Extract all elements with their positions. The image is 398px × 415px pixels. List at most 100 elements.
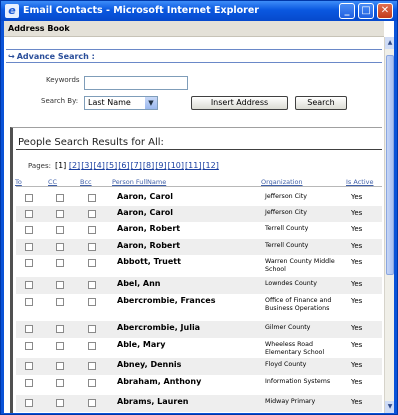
vertical-scrollbar[interactable]: ▲ ▼ (384, 37, 394, 413)
to-checkbox[interactable] (25, 298, 33, 306)
cc-checkbox[interactable] (56, 243, 64, 251)
to-checkbox[interactable] (25, 325, 33, 333)
column-header-cc[interactable]: CC (48, 178, 57, 186)
browser-window: e Email Contacts - Microsoft Internet Ex… (0, 0, 398, 415)
cc-checkbox[interactable] (56, 298, 64, 306)
search-by-select[interactable]: Last Name ▼ (84, 96, 158, 110)
person-name: Abraham, Anthony (117, 377, 202, 386)
header-divider (16, 186, 382, 187)
search-button[interactable]: Search (295, 96, 347, 110)
organization: Wheeless Road Elementary School (265, 341, 325, 356)
to-checkbox[interactable] (25, 194, 33, 202)
bcc-checkbox[interactable] (88, 298, 96, 306)
to-checkbox[interactable] (25, 399, 33, 407)
page-link[interactable]: [9] (155, 161, 166, 170)
organization: Midway Primary (265, 398, 316, 405)
bcc-checkbox[interactable] (88, 194, 96, 202)
bcc-checkbox[interactable] (88, 399, 96, 407)
close-button[interactable]: ✕ (377, 3, 393, 19)
page-link[interactable]: [8] (143, 161, 154, 170)
address-book-header: Address Book (4, 21, 384, 37)
column-header-bcc[interactable]: Bcc (80, 178, 92, 186)
is-active: Yes (351, 258, 363, 266)
to-checkbox[interactable] (25, 226, 33, 234)
person-name: Able, Mary (117, 340, 166, 349)
cc-checkbox[interactable] (56, 399, 64, 407)
to-checkbox[interactable] (25, 281, 33, 289)
cc-checkbox[interactable] (56, 342, 64, 350)
expand-arrow-icon: ↪ (8, 52, 15, 61)
to-checkbox[interactable] (25, 379, 33, 387)
scroll-thumb[interactable] (386, 55, 394, 275)
keywords-input[interactable] (84, 76, 188, 90)
is-active: Yes (351, 209, 363, 217)
title-bar: e Email Contacts - Microsoft Internet Ex… (1, 1, 397, 21)
bcc-checkbox[interactable] (88, 226, 96, 234)
to-checkbox[interactable] (25, 362, 33, 370)
cc-checkbox[interactable] (56, 362, 64, 370)
is-active: Yes (351, 193, 363, 201)
page-link[interactable]: [2] (69, 161, 80, 170)
scroll-up-icon[interactable]: ▲ (385, 37, 394, 49)
cc-checkbox[interactable] (56, 259, 64, 267)
pagination: Pages: [1] [2][3][4][5][6][7][8][9][10][1… (28, 161, 220, 170)
person-name: Aaron, Carol (117, 208, 174, 217)
bcc-checkbox[interactable] (88, 379, 96, 387)
page-link[interactable]: [5] (106, 161, 117, 170)
page-link[interactable]: [7] (131, 161, 142, 170)
cc-checkbox[interactable] (56, 379, 64, 387)
table-row: Able, Mary Wheeless Road Elementary Scho… (16, 338, 382, 358)
organization: Lowndes County (265, 280, 317, 287)
to-checkbox[interactable] (25, 259, 33, 267)
page-link[interactable]: [6] (118, 161, 129, 170)
person-name: Aaron, Carol (117, 192, 174, 201)
organization: Information Systems (265, 378, 331, 385)
organization: Gilmer County (265, 324, 311, 331)
page-link[interactable]: [4] (94, 161, 105, 170)
bcc-checkbox[interactable] (88, 362, 96, 370)
bcc-checkbox[interactable] (88, 342, 96, 350)
minimize-button[interactable]: _ (339, 3, 355, 19)
insert-address-button[interactable]: Insert Address (191, 96, 288, 110)
bcc-checkbox[interactable] (88, 243, 96, 251)
cc-checkbox[interactable] (56, 194, 64, 202)
organization: Terrell County (265, 225, 309, 232)
to-checkbox[interactable] (25, 342, 33, 350)
column-header-to[interactable]: To (15, 178, 22, 186)
cc-checkbox[interactable] (56, 210, 64, 218)
is-active: Yes (351, 297, 363, 305)
bcc-checkbox[interactable] (88, 210, 96, 218)
cc-checkbox[interactable] (56, 226, 64, 234)
is-active: Yes (351, 242, 363, 250)
is-active: Yes (351, 280, 363, 288)
to-checkbox[interactable] (25, 243, 33, 251)
scroll-down-icon[interactable]: ▼ (385, 401, 394, 413)
bcc-checkbox[interactable] (88, 325, 96, 333)
cc-checkbox[interactable] (56, 281, 64, 289)
page-link[interactable]: [12] (202, 161, 218, 170)
table-row: Abraham, Anthony Information Systems Yes (16, 375, 382, 395)
is-active: Yes (351, 225, 363, 233)
page-link[interactable]: [11] (185, 161, 201, 170)
column-header-active[interactable]: Is Active (346, 178, 373, 186)
organization: Office of Finance and Business Operation… (265, 297, 332, 312)
person-name: Abel, Ann (117, 279, 161, 288)
page-link[interactable]: [10] (168, 161, 184, 170)
table-row: Abrams, Lauren Midway Primary Yes (16, 395, 382, 412)
table-row: Aaron, Carol Jefferson City Yes (16, 190, 382, 206)
to-checkbox[interactable] (25, 210, 33, 218)
page-link[interactable]: [3] (81, 161, 92, 170)
table-row: Aaron, Robert Terrell County Yes (16, 239, 382, 255)
organization: Jefferson City (265, 193, 307, 200)
is-active: Yes (351, 341, 363, 349)
chevron-down-icon[interactable]: ▼ (145, 97, 157, 109)
table-row: Abel, Ann Lowndes County Yes (16, 277, 382, 294)
cc-checkbox[interactable] (56, 325, 64, 333)
maximize-button[interactable]: □ (358, 3, 374, 19)
column-header-organization[interactable]: Organization (261, 178, 303, 186)
bcc-checkbox[interactable] (88, 259, 96, 267)
organization: Terrell County (265, 242, 309, 249)
column-header-name[interactable]: Person FullName (112, 178, 166, 186)
bcc-checkbox[interactable] (88, 281, 96, 289)
advance-search-title: Advance Search : (16, 52, 95, 61)
